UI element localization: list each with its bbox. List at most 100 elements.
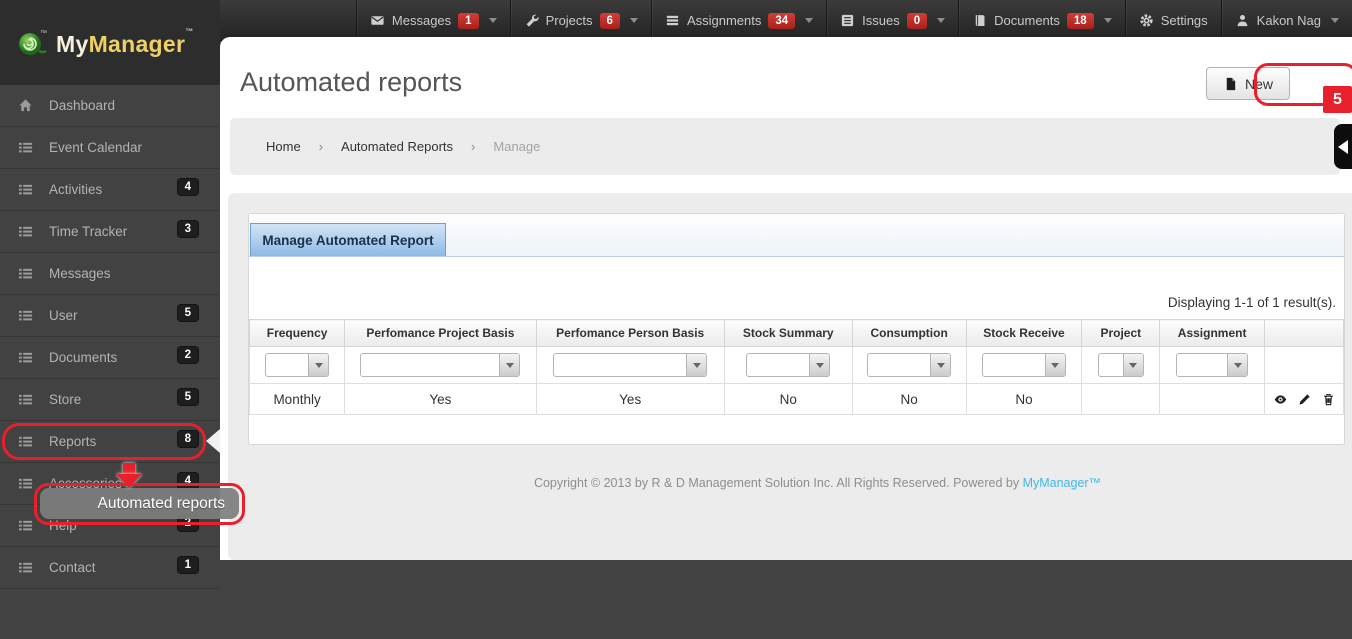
table-cell xyxy=(1082,384,1160,415)
chevron-down-icon xyxy=(1234,363,1242,368)
column-header: Frequency xyxy=(250,320,345,347)
dropdown-button[interactable] xyxy=(809,354,829,376)
topbar-item-label: Documents xyxy=(994,13,1060,28)
sidebar-item-label: Time Tracker xyxy=(49,224,127,239)
topbar-item-documents[interactable]: Documents 18 xyxy=(958,0,1125,41)
chevron-down-icon xyxy=(805,18,813,23)
filter-select-frequency[interactable] xyxy=(265,353,329,377)
collapse-left-arrow-icon xyxy=(1338,140,1348,154)
tab-manage-automated-report[interactable]: Manage Automated Report xyxy=(250,223,446,256)
delete-trash-icon[interactable] xyxy=(1321,392,1336,407)
chevron-down-icon xyxy=(816,363,824,368)
breadcrumb-separator: › xyxy=(319,139,323,154)
sidebar-item-activities[interactable]: Activities4 xyxy=(0,169,220,211)
filter-select-stock-summary[interactable] xyxy=(746,353,830,377)
breadcrumb-separator: › xyxy=(471,139,475,154)
breadcrumb-automated-reports[interactable]: Automated Reports xyxy=(341,139,453,154)
column-header: Project xyxy=(1082,320,1160,347)
edit-pencil-icon[interactable] xyxy=(1297,392,1312,407)
column-header: Consumption xyxy=(852,320,966,347)
list-icon xyxy=(18,140,33,155)
brand-logo[interactable]: ™ MyManager™ xyxy=(0,0,220,85)
topbar-item-assignments[interactable]: Assignments34 xyxy=(651,0,826,41)
sidebar-item-label: Documents xyxy=(49,350,117,365)
topbar-item-settings[interactable]: Settings xyxy=(1125,0,1221,41)
wrench-icon xyxy=(524,13,539,28)
chevron-down-icon xyxy=(1104,18,1112,23)
dropdown-button[interactable] xyxy=(1227,354,1247,376)
dropdown-button[interactable] xyxy=(686,354,706,376)
count-badge: 8 xyxy=(178,431,198,447)
sidebar-item-time-tracker[interactable]: Time Tracker 3 xyxy=(0,211,220,253)
dropdown-button[interactable] xyxy=(1123,354,1143,376)
topbar-item-issues[interactable]: Issues0 xyxy=(826,0,958,41)
list-icon xyxy=(18,350,33,365)
topbar-item-label: Settings xyxy=(1161,13,1208,28)
gear-icon xyxy=(1139,13,1154,28)
filter-select-assignment[interactable] xyxy=(1176,353,1248,377)
topbar-item-messages[interactable]: Messages1 xyxy=(356,0,510,41)
list-icon xyxy=(18,476,33,491)
sidebar-item-documents[interactable]: Documents 2 xyxy=(0,337,220,379)
topbar-item-projects[interactable]: Projects 6 xyxy=(510,0,651,41)
count-badge: 3 xyxy=(178,221,198,237)
sidebar-item-user[interactable]: User5 xyxy=(0,295,220,337)
filter-select-project[interactable] xyxy=(1098,353,1144,377)
count-badge: 6 xyxy=(600,13,620,29)
filter-select-perfomance-project-basis[interactable] xyxy=(360,353,520,377)
count-badge: 5 xyxy=(178,305,198,321)
count-badge: 18 xyxy=(1067,13,1094,29)
sidebar-item-label: Reports xyxy=(49,434,96,449)
dropdown-button[interactable] xyxy=(930,354,950,376)
copyright-footer: Copyright © 2013 by R & D Management Sol… xyxy=(269,476,1352,490)
book-icon xyxy=(972,13,987,28)
topbar-item-label: Projects xyxy=(546,13,593,28)
envelope-icon xyxy=(370,13,385,28)
count-badge: 0 xyxy=(907,13,927,29)
chevron-down-icon xyxy=(489,18,497,23)
dropdown-button[interactable] xyxy=(1045,354,1065,376)
column-header: Stock Summary xyxy=(724,320,852,347)
view-eye-icon[interactable] xyxy=(1273,392,1288,407)
filter-select-perfomance-person-basis[interactable] xyxy=(553,353,707,377)
breadcrumb-home[interactable]: Home xyxy=(266,139,301,154)
topbar-item-kakon-nag[interactable]: Kakon Nag xyxy=(1221,0,1352,41)
reports-table: FrequencyPerfomance Project BasisPerfoma… xyxy=(249,319,1344,415)
count-badge: 2 xyxy=(178,347,198,363)
chevron-down-icon xyxy=(506,363,514,368)
count-badge: 1 xyxy=(178,557,198,573)
list-icon xyxy=(18,224,33,239)
dropdown-button[interactable] xyxy=(308,354,328,376)
sidebar-item-store[interactable]: Store5 xyxy=(0,379,220,421)
side-panel-toggle[interactable] xyxy=(1334,124,1352,169)
svg-text:™: ™ xyxy=(40,30,47,37)
table-cell: No xyxy=(724,384,852,415)
mymanager-link[interactable]: MyManager™ xyxy=(1023,476,1102,490)
top-menubar: Messages1Projects6Assignments34Issues0Do… xyxy=(220,0,1352,41)
column-header: Perfomance Person Basis xyxy=(536,320,724,347)
sidebar-item-label: Store xyxy=(49,392,81,407)
sidebar-item-label: Messages xyxy=(49,266,111,281)
sidebar-item-event-calendar[interactable]: Event Calendar xyxy=(0,127,220,169)
dropdown-button[interactable] xyxy=(499,354,519,376)
sidebar-item-label: Event Calendar xyxy=(49,140,142,155)
list-icon xyxy=(18,560,33,575)
sidebar-item-contact[interactable]: Contact 1 xyxy=(0,547,220,589)
chevron-down-icon xyxy=(630,18,638,23)
new-button[interactable]: New xyxy=(1206,67,1290,100)
brand-name: MyManager™ xyxy=(56,27,194,58)
sidebar-item-dashboard[interactable]: Dashboard xyxy=(0,85,220,127)
tab-strip: Manage Automated Report xyxy=(249,214,1344,257)
count-badge: 34 xyxy=(768,13,795,29)
sidebar-item-label: Dashboard xyxy=(49,98,115,113)
list-icon xyxy=(18,182,33,197)
table-cell: No xyxy=(852,384,966,415)
filter-select-stock-receive[interactable] xyxy=(982,353,1066,377)
sidebar-item-label: Contact xyxy=(49,560,96,575)
list-bars-icon xyxy=(665,13,680,28)
sidebar-item-messages[interactable]: Messages xyxy=(0,253,220,295)
sidebar-item-reports[interactable]: Reports 8 xyxy=(0,421,220,463)
chevron-down-icon xyxy=(693,363,701,368)
filter-select-consumption[interactable] xyxy=(867,353,951,377)
tooltip-pointer xyxy=(206,429,220,453)
